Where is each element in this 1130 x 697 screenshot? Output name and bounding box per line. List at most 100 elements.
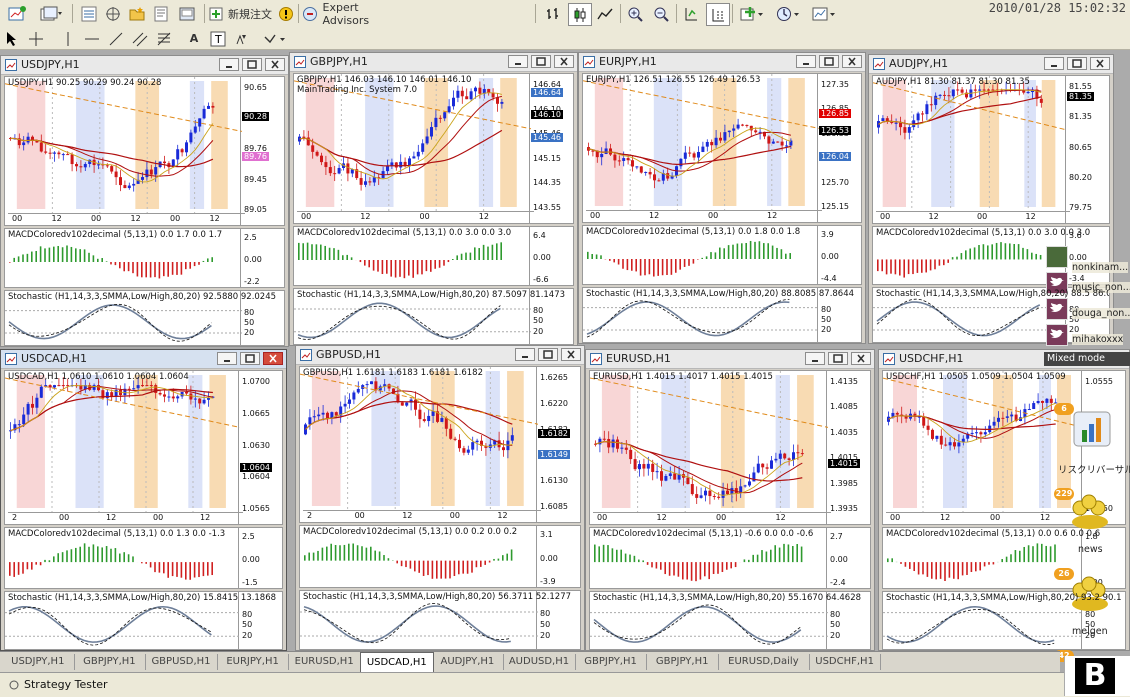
- minimize-button[interactable]: [508, 55, 528, 68]
- chart-window[interactable]: EURUSD,H1EURUSD,H1 1.4015 1.4017 1.4015 …: [585, 349, 875, 651]
- market-watch-icon[interactable]: [78, 3, 100, 24]
- navigator-icon[interactable]: [102, 3, 124, 24]
- zoom-in-icon[interactable]: [624, 3, 646, 24]
- chart-window[interactable]: EURJPY,H1EURJPY,H1 126.51 126.55 126.49 …: [578, 52, 866, 344]
- macd-pane[interactable]: MACDColoredv102decimal (5,13,1) 0.0 1.8 …: [582, 225, 862, 285]
- candlestick-chart-icon[interactable]: [568, 3, 592, 26]
- chart-tab[interactable]: USDCHF,H1: [809, 654, 882, 670]
- chart-app-icon[interactable]: [1070, 410, 1114, 450]
- macd-pane[interactable]: MACDColoredv102decimal (5,13,1) 0.0 3.0 …: [872, 226, 1110, 285]
- minimize-button[interactable]: [796, 55, 816, 68]
- horizontal-line-icon[interactable]: [82, 28, 102, 49]
- chart-tab[interactable]: AUDUSD,H1: [503, 654, 576, 670]
- objects-menu-icon[interactable]: [260, 28, 290, 49]
- chart-window[interactable]: USDCAD,H1USDCAD,H1 1.0610 1.0610 1.0604 …: [0, 349, 287, 651]
- chart-tab[interactable]: USDCAD,H1: [360, 652, 434, 672]
- chart-info: USDCHF,H1 1.0505 1.0509 1.0504 1.0509: [886, 372, 1066, 382]
- strategy-tester-bar[interactable]: Strategy Tester: [0, 672, 1130, 697]
- avatar[interactable]: [1046, 324, 1068, 346]
- price-chart-pane[interactable]: AUDJPY,H1 81.30 81.37 81.30 81.3581.5581…: [872, 75, 1110, 224]
- macd-pane[interactable]: MACDColoredv102decimal (5,13,1) 0.0 3.0 …: [293, 226, 574, 286]
- indicators-icon[interactable]: [736, 3, 768, 24]
- periods-icon[interactable]: [772, 3, 804, 24]
- auto-scroll-icon[interactable]: [680, 3, 702, 24]
- macd-pane[interactable]: MACDColoredv102decimal (5,13,1) 0.0 0.2 …: [299, 525, 581, 588]
- price-chart-pane[interactable]: USDJPY,H1 90.25 90.29 90.24 90.2890.6590…: [4, 76, 285, 226]
- chart-tab[interactable]: EURJPY,H1: [217, 654, 290, 670]
- stochastic-pane[interactable]: Stochastic (H1,14,3,3,SMMA,Low/High,80,2…: [299, 590, 581, 650]
- chart-window[interactable]: GBPUSD,H1GBPUSD,H1 1.6181 1.6183 1.6181 …: [295, 345, 585, 651]
- chart-window[interactable]: AUDJPY,H1AUDJPY,H1 81.30 81.37 81.30 81.…: [868, 54, 1114, 344]
- avatar[interactable]: [1046, 298, 1068, 320]
- price-chart-pane[interactable]: EURJPY,H1 126.51 126.55 126.49 126.53127…: [582, 73, 862, 223]
- maximize-button[interactable]: [240, 352, 260, 365]
- price-chart-pane[interactable]: USDCAD,H1 1.0610 1.0610 1.0604 1.06041.0…: [4, 370, 283, 525]
- chart-tab[interactable]: EURUSD,Daily: [718, 654, 810, 670]
- stochastic-pane[interactable]: Stochastic (H1,14,3,3,SMMA,Low/High,80,2…: [293, 288, 574, 345]
- minimize-button[interactable]: [217, 352, 237, 365]
- chart-tab[interactable]: USDJPY,H1: [2, 654, 75, 670]
- chart-tab[interactable]: EURUSD,H1: [288, 654, 361, 670]
- bar-chart-icon[interactable]: [542, 3, 564, 24]
- maximize-button[interactable]: [819, 55, 839, 68]
- close-button[interactable]: [561, 348, 581, 361]
- text-label-icon[interactable]: T: [208, 28, 228, 49]
- close-button[interactable]: [842, 55, 862, 68]
- macd-pane[interactable]: MACDColoredv102decimal (5,13,1) 0.0 1.3 …: [4, 527, 283, 589]
- price-chart-pane[interactable]: GBPJPY,H1 146.03 146.10 146.01 146.10Mai…: [293, 73, 574, 224]
- minimize-button[interactable]: [1044, 57, 1064, 70]
- close-button[interactable]: [554, 55, 574, 68]
- close-button[interactable]: [265, 58, 285, 71]
- maximize-button[interactable]: [242, 58, 262, 71]
- close-button[interactable]: [263, 352, 283, 365]
- line-chart-icon[interactable]: [594, 3, 616, 24]
- chart-window[interactable]: USDJPY,H1USDJPY,H1 90.25 90.29 90.24 90.…: [0, 55, 289, 347]
- maximize-button[interactable]: [1067, 57, 1087, 70]
- favorites-folder-icon[interactable]: [126, 3, 148, 24]
- macd-pane[interactable]: MACDColoredv102decimal (5,13,1) 0.0 1.7 …: [4, 228, 285, 288]
- cursor-icon[interactable]: [2, 28, 22, 49]
- crosshair-icon[interactable]: [26, 28, 46, 49]
- chart-tab[interactable]: GBPUSD,H1: [145, 654, 218, 670]
- arrows-icon[interactable]: [232, 28, 252, 49]
- stochastic-pane[interactable]: Stochastic (H1,14,3,3,SMMA,Low/High,80,2…: [882, 591, 1126, 650]
- minimize-button[interactable]: [219, 58, 239, 71]
- profiles-icon[interactable]: [36, 3, 66, 24]
- stochastic-pane[interactable]: Stochastic (H1,14,3,3,SMMA,Low/High,80,2…: [4, 591, 283, 650]
- macd-label: MACDColoredv102decimal (5,13,1) 0.0 1.3 …: [8, 529, 225, 539]
- new-chart-icon[interactable]: [4, 3, 30, 24]
- stochastic-pane[interactable]: Stochastic (H1,14,3,3,SMMA,Low/High,80,2…: [589, 591, 871, 650]
- text-icon[interactable]: A: [184, 28, 204, 49]
- chart-shift-icon[interactable]: [706, 3, 730, 26]
- chart-tab[interactable]: GBPJPY,H1: [74, 654, 147, 670]
- stochastic-pane[interactable]: Stochastic (H1,14,3,3,SMMA,Low/High,80,2…: [582, 287, 862, 343]
- maximize-button[interactable]: [531, 55, 551, 68]
- stochastic-pane[interactable]: Stochastic (H1,14,3,3,SMMA,Low/High,80,2…: [4, 290, 285, 346]
- avatar[interactable]: [1046, 246, 1068, 268]
- group-icon[interactable]: [1068, 492, 1112, 532]
- zoom-out-icon[interactable]: [650, 3, 672, 24]
- minimize-button[interactable]: [805, 352, 825, 365]
- chart-tab[interactable]: GBPJPY,H1: [646, 654, 719, 670]
- chart-tab[interactable]: GBPJPY,H1: [575, 654, 648, 670]
- maximize-button[interactable]: [538, 348, 558, 361]
- new-order-button[interactable]: 新規注文: [208, 3, 272, 24]
- chart-tab[interactable]: AUDJPY,H1: [432, 654, 505, 670]
- minimize-button[interactable]: [515, 348, 535, 361]
- close-button[interactable]: [1090, 57, 1110, 70]
- price-chart-pane[interactable]: GBPUSD,H1 1.6181 1.6183 1.6181 1.61821.6…: [299, 366, 581, 523]
- templates-icon[interactable]: [808, 3, 840, 24]
- expert-advisors-button[interactable]: Expert Advisors: [302, 3, 406, 24]
- vertical-line-icon[interactable]: [58, 28, 78, 49]
- macd-pane[interactable]: MACDColoredv102decimal (5,13,1) -0.6 0.0…: [589, 527, 871, 589]
- data-window-icon[interactable]: [150, 3, 172, 24]
- fibonacci-icon[interactable]: [154, 28, 174, 49]
- trendline-icon[interactable]: [106, 28, 126, 49]
- chart-window[interactable]: GBPJPY,H1GBPJPY,H1 146.03 146.10 146.01 …: [289, 52, 578, 346]
- price-chart-pane[interactable]: EURUSD,H1 1.4015 1.4017 1.4015 1.40151.4…: [589, 370, 871, 525]
- equidistant-channel-icon[interactable]: [130, 28, 150, 49]
- warning-icon[interactable]: [276, 3, 296, 24]
- terminal-icon[interactable]: [176, 3, 198, 24]
- close-button[interactable]: [851, 352, 871, 365]
- maximize-button[interactable]: [828, 352, 848, 365]
